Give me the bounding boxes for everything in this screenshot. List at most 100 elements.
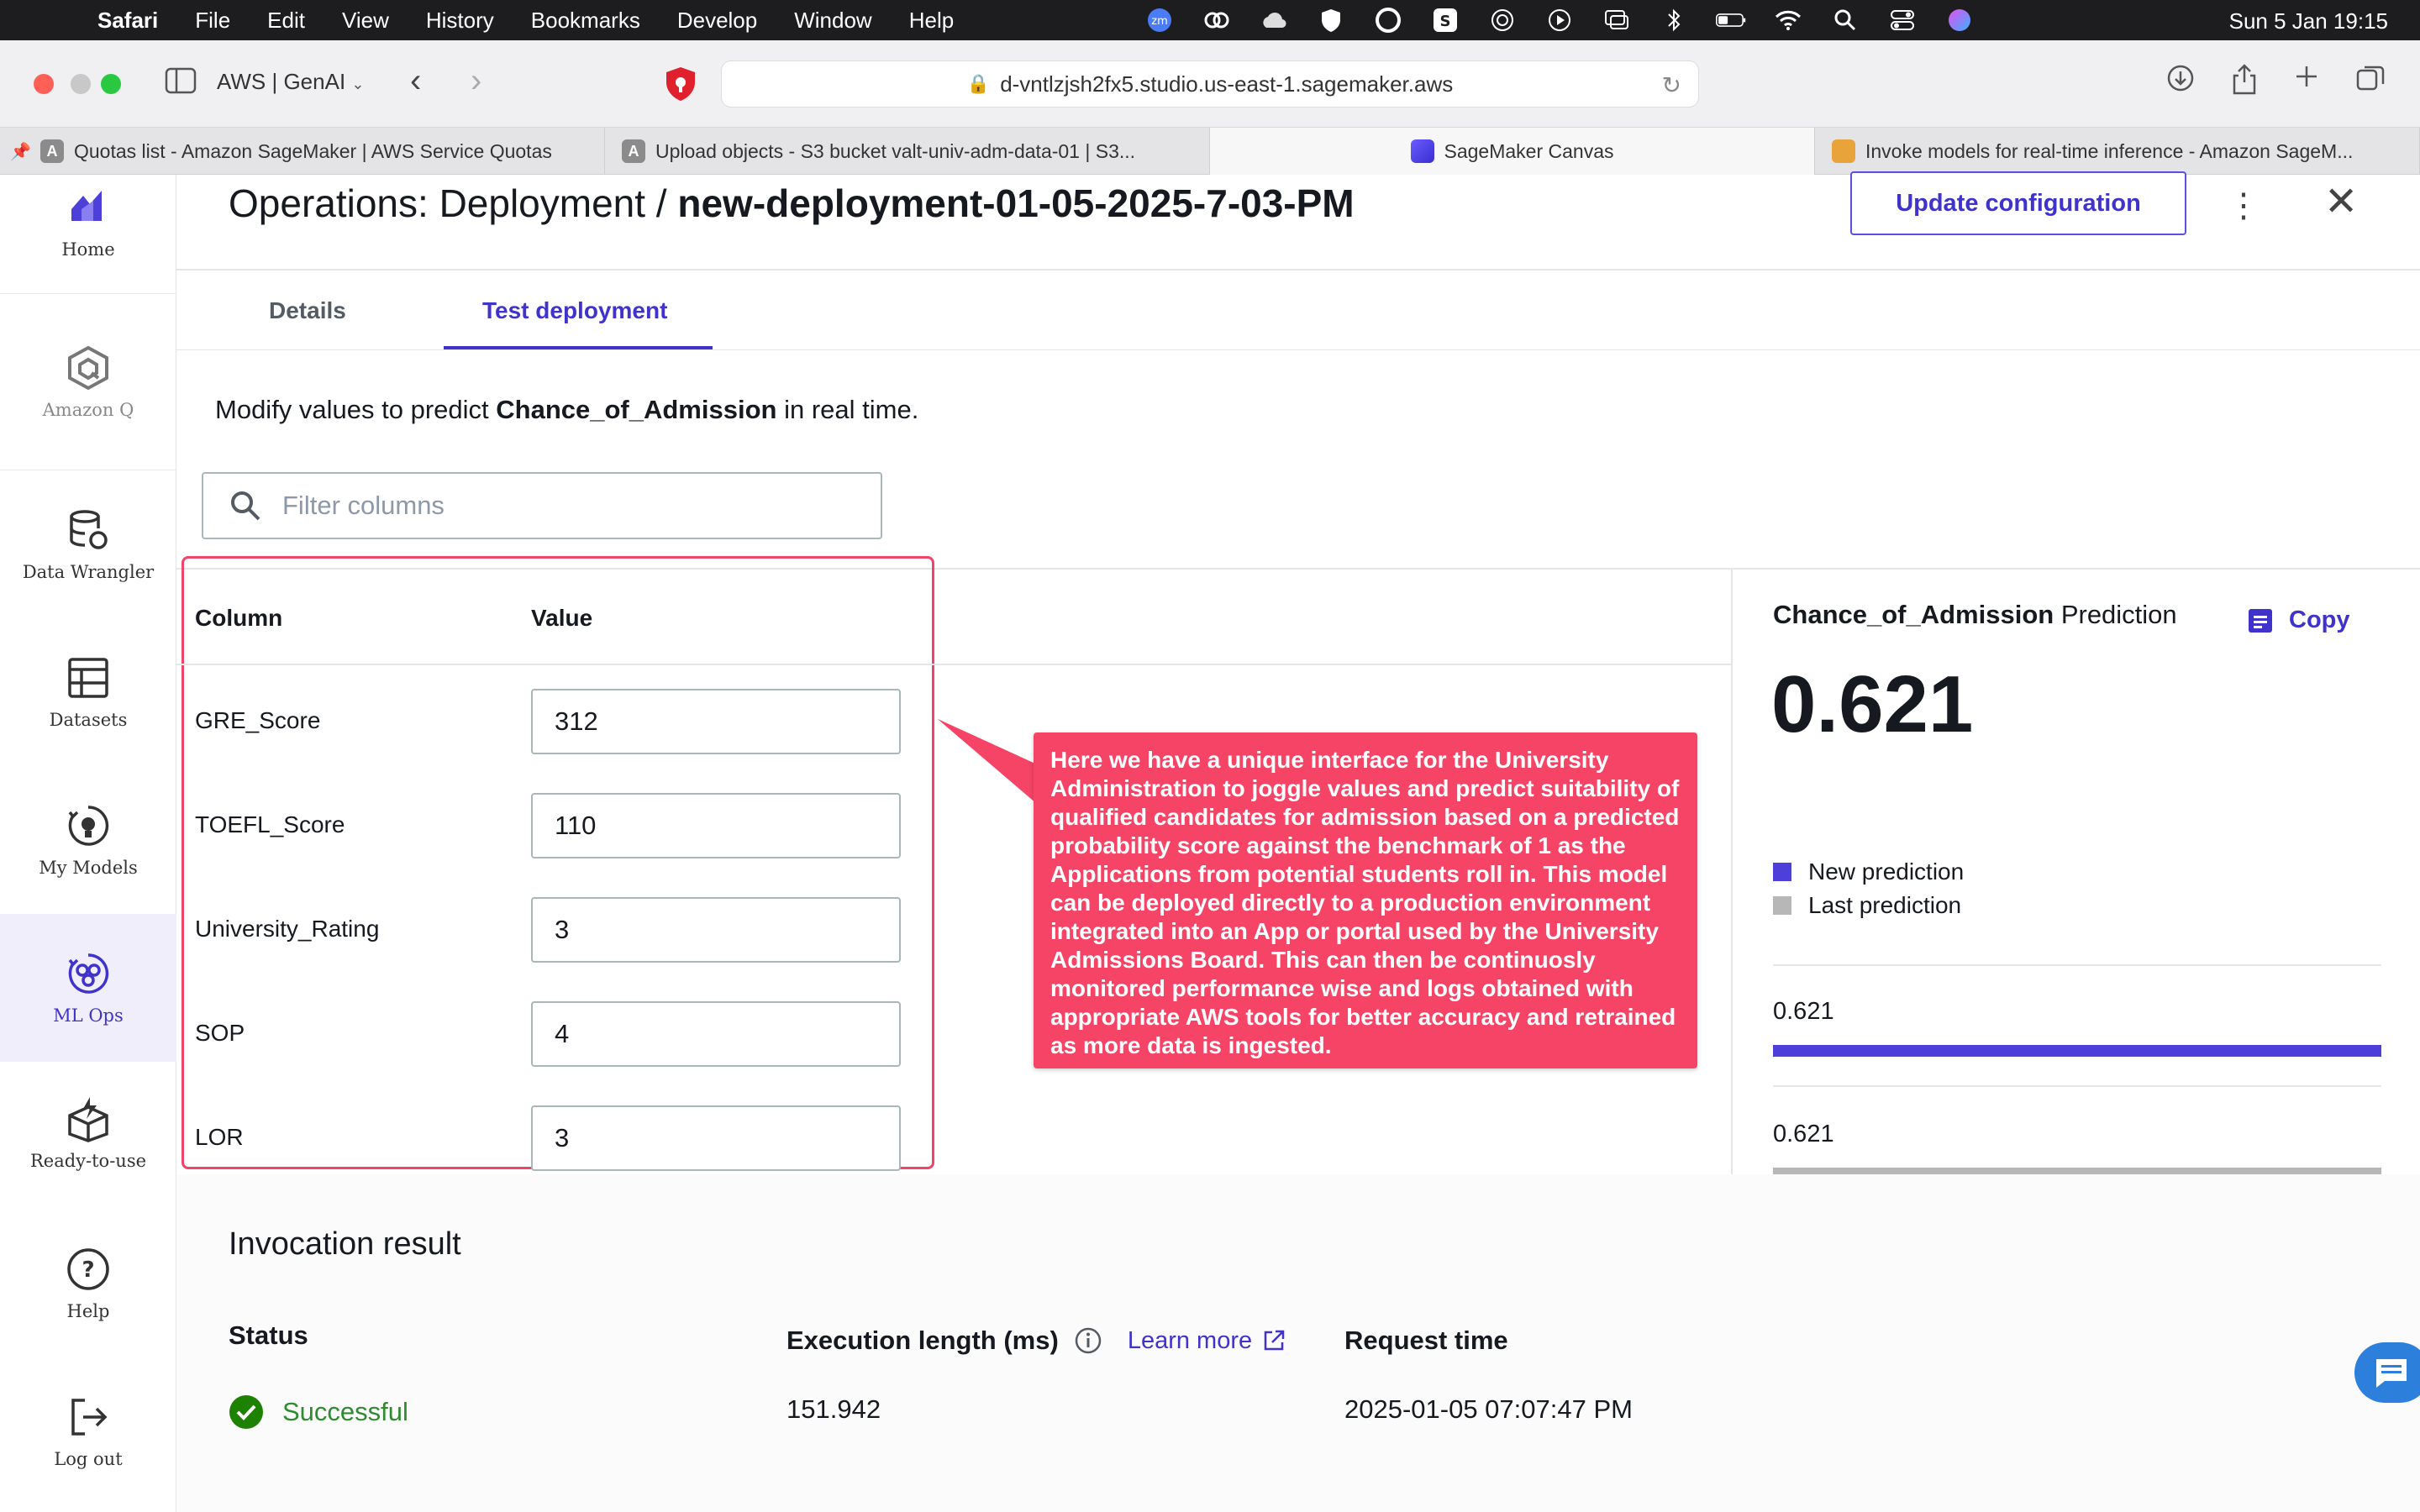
tab-group-selector[interactable]: AWS | GenAI ⌄: [217, 69, 365, 95]
external-link-icon: [1264, 1330, 1285, 1351]
filter-placeholder: Filter columns: [282, 491, 445, 520]
sop-field[interactable]: 4: [531, 1001, 901, 1067]
tab-overview-icon[interactable]: [2356, 64, 2385, 100]
bluetooth-icon[interactable]: [1659, 7, 1689, 34]
toefl-score-field[interactable]: 110: [531, 793, 901, 858]
database-icon: [70, 510, 108, 549]
page-title: Operations: Deployment / new-deployment-…: [229, 175, 1355, 232]
s-app-icon[interactable]: S: [1430, 7, 1460, 34]
address-bar[interactable]: 🔒 d-vntlzjsh2fx5.studio.us-east-1.sagema…: [721, 60, 1699, 108]
menu-history[interactable]: History: [426, 8, 494, 34]
sidebar-item-ml-ops[interactable]: ML Ops: [0, 914, 176, 1062]
siri-icon[interactable]: [1944, 7, 1975, 34]
downloads-icon[interactable]: [2166, 64, 2195, 100]
forward-arrow-icon[interactable]: ›: [471, 62, 481, 100]
intro-prefix: Modify values to predict: [215, 395, 497, 424]
sidebar-item-my-models[interactable]: My Models: [0, 766, 176, 914]
tab-test-deployment[interactable]: Test deployment: [482, 297, 667, 324]
window-close-button[interactable]: [34, 74, 54, 94]
legend-swatch-last: [1773, 896, 1791, 915]
sidebar-toggle-icon[interactable]: [165, 67, 197, 94]
status-value: Successful: [229, 1394, 408, 1430]
university-rating-field[interactable]: 3: [531, 897, 901, 963]
vpn-shield-icon[interactable]: [1316, 7, 1346, 34]
window-minimize-button[interactable]: [71, 74, 91, 94]
sidebar-item-label: Log out: [54, 1449, 123, 1469]
chat-bubble-icon: [2376, 1359, 2407, 1388]
menu-file[interactable]: File: [195, 8, 230, 34]
svg-text:zm: zm: [1151, 15, 1168, 28]
browser-tab-invoke-models[interactable]: Invoke models for real-time inference - …: [1815, 128, 2420, 175]
legend-new-prediction: New prediction: [1773, 858, 1964, 885]
more-options-icon[interactable]: ⋮: [2227, 186, 2260, 225]
menu-develop[interactable]: Develop: [677, 8, 757, 34]
menu-bookmarks[interactable]: Bookmarks: [531, 8, 640, 34]
sidebar-item-home[interactable]: Home: [0, 150, 176, 294]
chat-feedback-button[interactable]: [2354, 1342, 2420, 1403]
deployment-name: new-deployment-01-05-2025-7-03-PM: [677, 181, 1355, 225]
annotation-callout: Here we have a unique interface for the …: [1034, 732, 1697, 1068]
last-prediction-value: 0.621: [1773, 1121, 1834, 1147]
control-center-icon[interactable]: [1887, 7, 1918, 34]
copy-button[interactable]: Copy: [2247, 606, 2350, 634]
sidebar-item-log-out[interactable]: Log out: [0, 1357, 176, 1505]
sidebar-item-ready-to-use[interactable]: Ready-to-use: [0, 1062, 176, 1188]
browser-tab-label: SageMaker Canvas: [1444, 139, 1614, 162]
reload-icon[interactable]: ↻: [1662, 71, 1681, 99]
menu-edit[interactable]: Edit: [267, 8, 305, 34]
sidebar-item-datasets[interactable]: Datasets: [0, 618, 176, 766]
back-arrow-icon[interactable]: ‹: [410, 62, 421, 100]
info-icon[interactable]: [1074, 1326, 1102, 1355]
new-prediction-bar: [1773, 1045, 2381, 1057]
intro-text: Modify values to predict Chance_of_Admis…: [215, 395, 918, 425]
menu-app-safari[interactable]: Safari: [97, 8, 158, 34]
sidebar-item-amazon-q[interactable]: Amazon Q: [0, 294, 176, 470]
new-tab-icon[interactable]: [2294, 64, 2319, 97]
learn-more-link[interactable]: Learn more: [1128, 1327, 1286, 1355]
tab-details[interactable]: Details: [269, 297, 346, 324]
spotlight-search-icon[interactable]: [1830, 7, 1860, 34]
cloud-sync-icon[interactable]: [1259, 7, 1289, 34]
annotation-highlight-box: [182, 556, 934, 1169]
prediction-divider: [1773, 1085, 2381, 1087]
airdrop-icon[interactable]: [1487, 7, 1518, 34]
sidebar-item-label: Amazon Q: [42, 399, 134, 420]
sidebar-item-label: ML Ops: [53, 1005, 124, 1026]
intro-target: Chance_of_Admission: [496, 395, 777, 424]
menu-view[interactable]: View: [342, 8, 389, 34]
header-divider: [176, 269, 2420, 270]
prediction-panel: Chance_of_Admission Prediction Copy 0.62…: [1731, 570, 2420, 1174]
menu-help[interactable]: Help: [909, 8, 954, 34]
aws-favicon-icon: A: [622, 139, 645, 163]
close-icon[interactable]: ✕: [2324, 178, 2358, 225]
filter-columns-input[interactable]: Filter columns: [202, 472, 882, 539]
wifi-icon[interactable]: [1773, 7, 1803, 34]
zoom-icon[interactable]: zm: [1144, 7, 1175, 34]
window-zoom-button[interactable]: [101, 74, 121, 94]
battery-icon[interactable]: [1716, 7, 1746, 34]
privacy-shield-icon[interactable]: [664, 66, 697, 102]
grammarly-icon[interactable]: [1373, 7, 1403, 34]
screen-mirror-icon[interactable]: [1602, 7, 1632, 34]
row-label-toefl-score: TOEFL_Score: [195, 811, 345, 837]
ml-ops-icon: [68, 953, 109, 994]
execution-length-value: 151.942: [786, 1394, 881, 1424]
last-prediction-bar: [1773, 1168, 2381, 1174]
logout-icon: [71, 1399, 108, 1436]
browser-tab-sagemaker-canvas[interactable]: SageMaker Canvas: [1210, 128, 1815, 175]
play-icon[interactable]: [1544, 7, 1575, 34]
legend-last-prediction: Last prediction: [1773, 892, 1961, 919]
menu-window[interactable]: Window: [794, 8, 871, 34]
sidebar-item-help[interactable]: ? Help: [0, 1210, 176, 1357]
gre-score-field[interactable]: 312: [531, 689, 901, 754]
sidebar-item-label: Data Wrangler: [22, 562, 155, 582]
update-configuration-button[interactable]: Update configuration: [1850, 171, 2186, 235]
browser-tab-label: Invoke models for real-time inference - …: [1865, 139, 2354, 162]
share-icon[interactable]: [2232, 64, 2257, 103]
lor-field[interactable]: 3: [531, 1105, 901, 1171]
creative-cloud-icon[interactable]: [1202, 7, 1232, 34]
canvas-sidebar: Home Amazon Q Data Wrangler Datasets My …: [0, 175, 176, 1512]
menubar-clock[interactable]: Sun 5 Jan 19:15: [2229, 8, 2388, 34]
sidebar-item-data-wrangler[interactable]: Data Wrangler: [0, 470, 176, 618]
browser-tab-s3-upload[interactable]: A Upload objects - S3 bucket valt-univ-a…: [605, 128, 1210, 175]
